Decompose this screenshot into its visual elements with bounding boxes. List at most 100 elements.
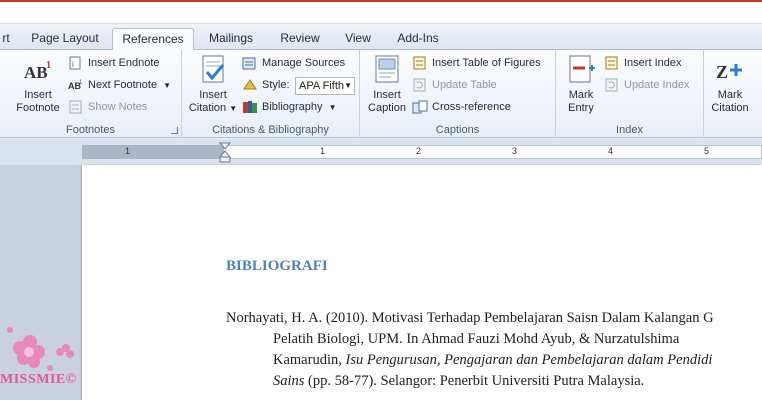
bibliography-entry-line: Pelatih Biologi, UPM. In Ahmad Fauzi Moh… [273, 331, 680, 347]
bibliography-icon [242, 100, 258, 114]
svg-text:Z: Z [716, 62, 728, 82]
svg-text:i: i [72, 60, 74, 69]
horizontal-ruler[interactable]: 1 1 2 3 4 5 [0, 139, 762, 165]
manage-sources-button[interactable]: Manage Sources [242, 54, 345, 72]
bibliography-label: Bibliography [262, 101, 323, 113]
group-footnotes: AB 1 Insert Footnote i Insert Endnote AB 1… [0, 50, 182, 138]
entry-text: (pp. 58-77). Selangor: Penerbit Universi… [304, 373, 645, 389]
tab-insert[interactable]: rt [0, 28, 16, 50]
insert-footnote-label-1: Insert [24, 89, 52, 101]
tab-references[interactable]: References [112, 28, 194, 51]
insert-index-button[interactable]: Insert Index [604, 54, 681, 72]
group-captions: Insert Caption Insert Table of Figures U… [360, 50, 556, 138]
show-notes-icon [68, 100, 84, 114]
insert-table-of-figures-button[interactable]: Insert Table of Figures [412, 54, 541, 72]
style-icon [242, 78, 258, 92]
mark-citation-button[interactable]: Z Mark Citation [708, 54, 752, 115]
watermark-text: MISSMIE© [0, 372, 77, 387]
mark-entry-label-2: Entry [568, 102, 594, 114]
footnote-icon: AB 1 [22, 54, 54, 86]
insert-citation-icon [197, 54, 229, 86]
insert-citation-label-1: Insert [199, 89, 227, 101]
style-dropdown[interactable]: APA Fifth ▼ [295, 77, 355, 95]
ruler-number: 4 [608, 146, 614, 156]
mark-citation-label-2: Citation [711, 102, 749, 114]
update-index-button[interactable]: Update Index [604, 76, 689, 94]
mark-entry-button[interactable]: Mark Entry [560, 54, 602, 115]
style-selector: Style: [242, 76, 290, 94]
insert-footnote-button[interactable]: AB 1 Insert Footnote [10, 54, 66, 115]
svg-text:1: 1 [46, 60, 51, 71]
group-citations: Insert Citation ▼ Manage Sources Style: … [182, 50, 360, 138]
cross-reference-button[interactable]: Cross-reference [412, 98, 511, 116]
update-table-button[interactable]: Update Table [412, 76, 497, 94]
bibliography-entry-line: Kamarudin, Isu Pengurusan, Pengajaran da… [273, 352, 712, 369]
group-index: Mark Entry Insert Index Update Index Ind… [556, 50, 704, 138]
bibliography-entry-line: Norhayati, H. A. (2010). Motivasi Terhad… [226, 310, 714, 326]
tab-page-layout[interactable]: Page Layout [24, 28, 106, 50]
chevron-down-icon: ▼ [229, 104, 238, 113]
tab-add-ins[interactable]: Add-Ins [388, 28, 448, 50]
footnotes-group-label: Footnotes [66, 124, 115, 136]
insert-caption-button[interactable]: Insert Caption [364, 54, 410, 115]
next-footnote-label: Next Footnote [88, 79, 158, 91]
insert-citation-label-2: Citation [188, 102, 227, 114]
tab-view[interactable]: View [336, 28, 380, 50]
indent-marker-icon[interactable] [218, 141, 232, 165]
tab-review[interactable]: Review [272, 28, 328, 50]
ribbon: AB 1 Insert Footnote i Insert Endnote AB 1… [0, 50, 762, 138]
citations-group-label: Citations & Bibliography [212, 124, 329, 136]
svg-text:AB: AB [24, 63, 48, 82]
mark-citation-icon: Z [714, 54, 746, 86]
mark-entry-icon [565, 54, 597, 86]
tab-mailings[interactable]: Mailings [199, 28, 263, 50]
insert-caption-icon [371, 54, 403, 86]
dialog-launcher-icon[interactable] [171, 127, 178, 134]
svg-text:1: 1 [79, 80, 83, 86]
insert-table-of-figures-label: Insert Table of Figures [432, 57, 541, 69]
chevron-down-icon: ▼ [328, 103, 337, 112]
update-table-label: Update Table [432, 79, 497, 91]
endnote-icon: i [68, 56, 84, 70]
entry-title-italic: Sains [273, 373, 305, 389]
insert-index-label: Insert Index [624, 57, 682, 69]
ruler-number: 1 [320, 146, 326, 156]
entry-title-italic: Isu Pengurusan, Pengajaran dan Pembelaja… [345, 352, 713, 368]
next-footnote-button[interactable]: AB 1 Next Footnote ▼ [68, 76, 171, 94]
captions-group-label: Captions [435, 124, 480, 136]
insert-citation-button[interactable]: Insert Citation ▼ [186, 54, 240, 115]
update-index-icon [604, 78, 620, 92]
ruler-margin [82, 145, 224, 159]
update-table-icon [412, 78, 428, 92]
manage-sources-label: Manage Sources [262, 57, 346, 69]
mark-citation-label-1: Mark [717, 89, 743, 101]
show-notes-label: Show Notes [88, 101, 148, 113]
entry-text: Kamarudin, [273, 352, 346, 368]
chevron-down-icon: ▼ [163, 81, 172, 90]
style-label: Style: [262, 79, 290, 91]
insert-caption-label-1: Insert [373, 89, 401, 101]
show-notes-button[interactable]: Show Notes [68, 98, 147, 116]
update-index-label: Update Index [624, 79, 690, 91]
index-group-label: Index [616, 124, 643, 136]
next-footnote-icon: AB 1 [68, 78, 84, 92]
ruler-number: 3 [512, 146, 518, 156]
title-bar-edge [0, 0, 762, 24]
insert-caption-label-2: Caption [368, 102, 406, 114]
ruler-number: 2 [416, 146, 422, 156]
table-of-figures-icon [412, 56, 428, 70]
bibliography-entry-line: Sains (pp. 58-77). Selangor: Penerbit Un… [273, 373, 644, 390]
style-value: APA Fifth [299, 80, 345, 92]
insert-index-icon [604, 56, 620, 70]
insert-endnote-button[interactable]: i Insert Endnote [68, 54, 160, 72]
insert-footnote-label-2: Footnote [16, 102, 60, 114]
cross-reference-icon [412, 100, 428, 114]
bibliography-button[interactable]: Bibliography ▼ [242, 98, 337, 116]
ruler-number: 5 [704, 146, 710, 156]
manage-sources-icon [242, 56, 258, 70]
cross-reference-label: Cross-reference [432, 101, 511, 113]
bibliography-heading: BIBLIOGRAFI [226, 258, 328, 274]
ruler-number: 1 [125, 146, 131, 156]
insert-citation-label-2-wrap: Citation ▼ [186, 102, 240, 115]
insert-endnote-label: Insert Endnote [88, 57, 160, 69]
